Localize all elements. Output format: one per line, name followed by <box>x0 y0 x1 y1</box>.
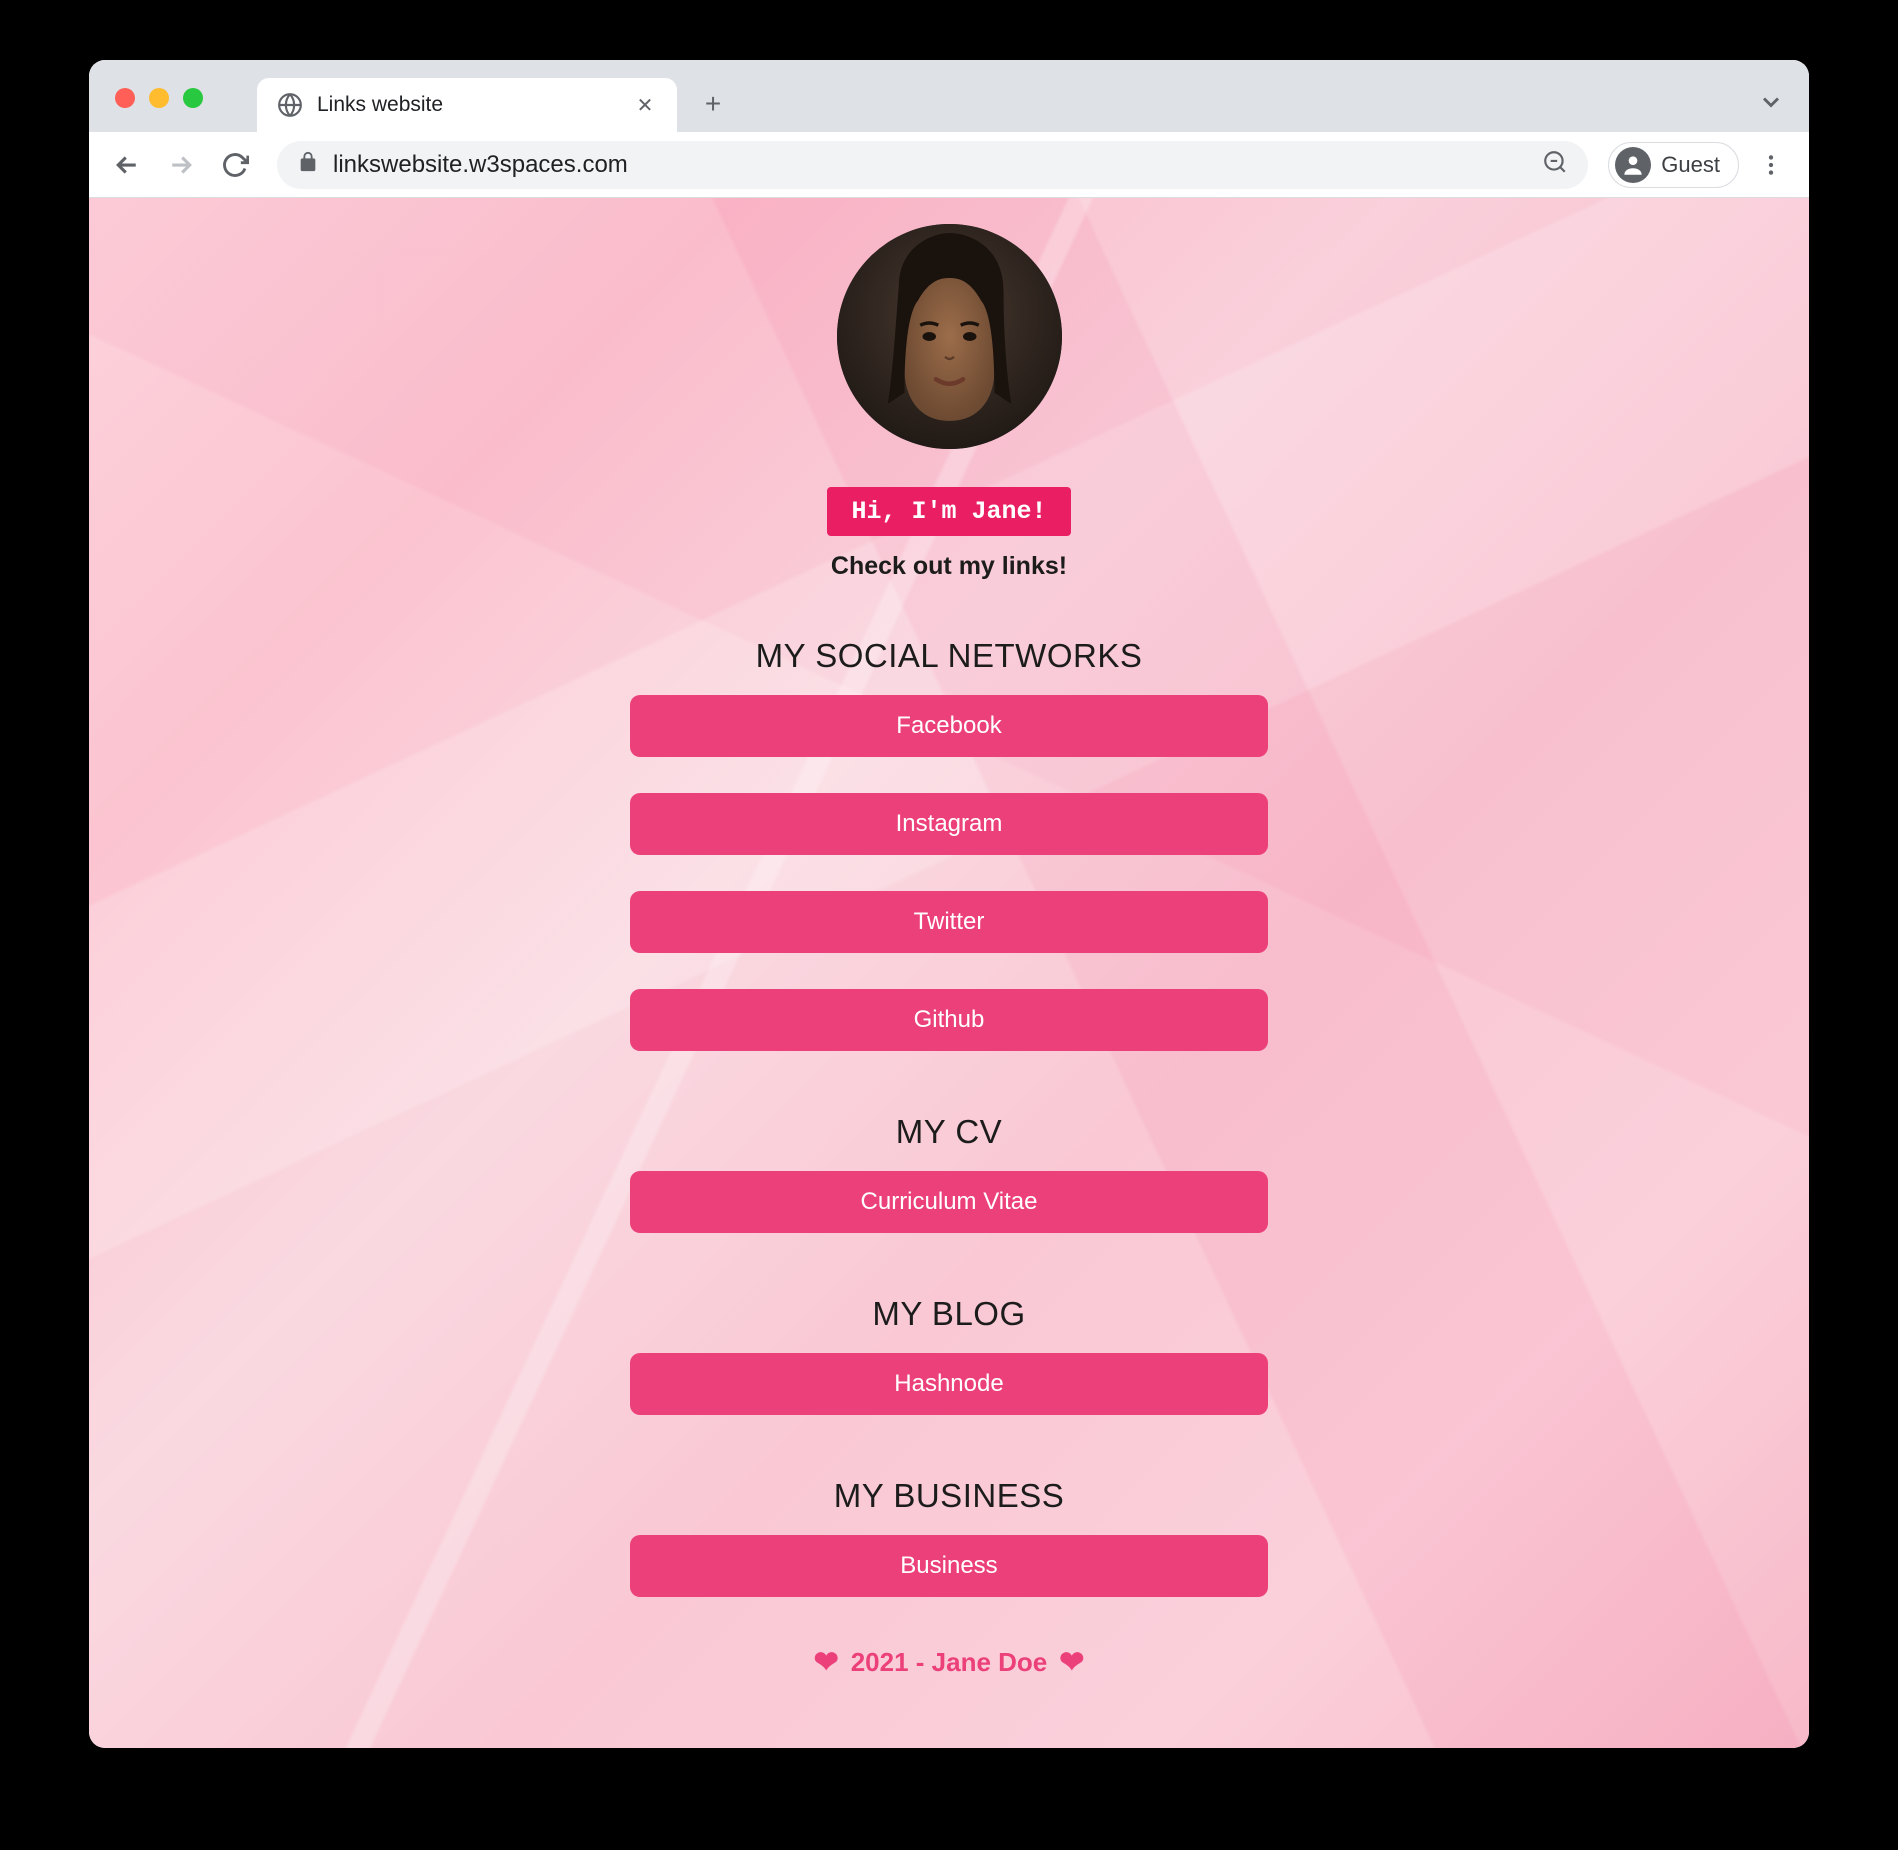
browser-titlebar: Links website ✕ + <box>89 60 1809 132</box>
tab-title: Links website <box>317 93 619 117</box>
user-icon <box>1615 147 1651 183</box>
link-button-instagram[interactable]: Instagram <box>630 793 1268 855</box>
sections: MY SOCIAL NETWORKS Facebook Instagram Twitt… <box>89 637 1809 1633</box>
link-button-twitter[interactable]: Twitter <box>630 891 1268 953</box>
window-maximize-button[interactable] <box>183 88 203 108</box>
footer-text: 2021 - Jane Doe <box>851 1647 1048 1678</box>
chevron-down-icon[interactable] <box>1757 88 1785 121</box>
link-button-business[interactable]: Business <box>630 1535 1268 1597</box>
heart-icon: ❤ <box>1059 1645 1084 1680</box>
close-icon[interactable]: ✕ <box>633 93 657 117</box>
window-controls <box>115 88 203 108</box>
page-content: Hi, I'm Jane! Check out my links! MY SOC… <box>89 198 1809 1748</box>
lock-icon <box>297 151 319 178</box>
profile-block: Hi, I'm Jane! Check out my links! <box>89 224 1809 581</box>
greeting-badge: Hi, I'm Jane! <box>827 487 1070 536</box>
kebab-menu-icon[interactable] <box>1749 143 1793 187</box>
forward-button[interactable] <box>159 143 203 187</box>
footer: ❤ 2021 - Jane Doe ❤ <box>89 1645 1809 1680</box>
window-close-button[interactable] <box>115 88 135 108</box>
window-minimize-button[interactable] <box>149 88 169 108</box>
globe-icon <box>277 92 303 118</box>
link-button-facebook[interactable]: Facebook <box>630 695 1268 757</box>
section-title: MY BLOG <box>872 1295 1025 1333</box>
section-title: MY SOCIAL NETWORKS <box>756 637 1143 675</box>
profile-label: Guest <box>1661 152 1720 178</box>
link-button-hashnode[interactable]: Hashnode <box>630 1353 1268 1415</box>
zoom-icon[interactable] <box>1542 149 1568 180</box>
subtitle: Check out my links! <box>831 552 1067 581</box>
profile-chip[interactable]: Guest <box>1608 142 1739 188</box>
url-text: linkswebsite.w3spaces.com <box>333 151 1528 179</box>
reload-button[interactable] <box>213 143 257 187</box>
link-button-github[interactable]: Github <box>630 989 1268 1051</box>
back-button[interactable] <box>105 143 149 187</box>
address-bar[interactable]: linkswebsite.w3spaces.com <box>277 141 1588 189</box>
avatar <box>837 224 1062 449</box>
section-title: MY CV <box>896 1113 1002 1151</box>
heart-icon: ❤ <box>814 1645 839 1680</box>
section-title: MY BUSINESS <box>834 1477 1064 1515</box>
browser-window: Links website ✕ + <box>89 60 1809 1748</box>
new-tab-button[interactable]: + <box>691 82 735 126</box>
link-button-curriculum-vitae[interactable]: Curriculum Vitae <box>630 1171 1268 1233</box>
browser-toolbar: linkswebsite.w3spaces.com Guest <box>89 132 1809 198</box>
browser-tab[interactable]: Links website ✕ <box>257 78 677 132</box>
